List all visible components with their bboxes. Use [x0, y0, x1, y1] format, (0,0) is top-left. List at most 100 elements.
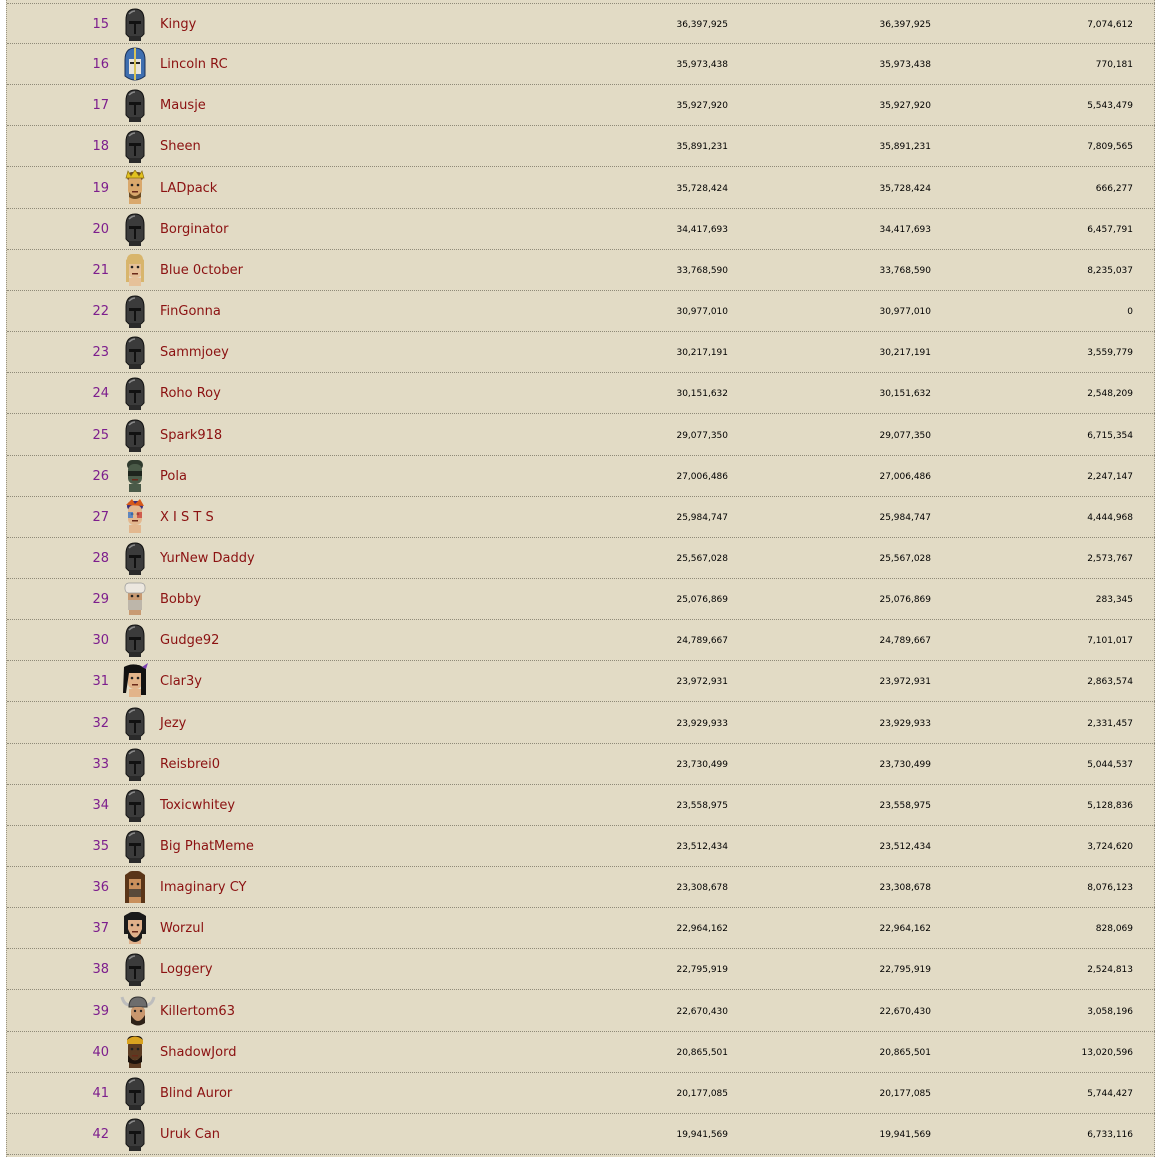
player-name-link[interactable]: Loggery [160, 949, 213, 989]
player-name-link[interactable]: Sammjoey [160, 332, 229, 372]
score-value-3: 5,744,427 [1087, 1089, 1133, 1099]
player-name-link[interactable]: Uruk Can [160, 1114, 220, 1154]
player-name-link[interactable]: Kingy [160, 4, 196, 44]
player-name-link[interactable]: X I S T S [160, 497, 214, 537]
score-value-2: 35,927,920 [879, 101, 931, 111]
rank-number: 41 [92, 1086, 109, 1101]
score-value-2: 35,973,438 [879, 60, 931, 70]
player-name-link[interactable]: ShadowJord [160, 1032, 236, 1072]
score-value-1: 20,865,501 [676, 1048, 728, 1058]
player-name-link[interactable]: Roho Roy [160, 373, 221, 413]
player-name-link[interactable]: FinGonna [160, 291, 221, 331]
helmet-icon [120, 211, 150, 247]
player-name-link[interactable]: LADpack [160, 168, 217, 208]
table-row: 22 FinGonna 30,977,010 30,977,010 0 [7, 291, 1155, 332]
score-value-3: 3,058,196 [1087, 1007, 1133, 1017]
player-name-link[interactable]: Jezy [160, 703, 186, 743]
score-value-1: 22,670,430 [676, 1007, 728, 1017]
player-name-link[interactable]: Reisbrei0 [160, 744, 220, 784]
player-name-link[interactable]: Imaginary CY [160, 867, 247, 907]
score-value-1: 23,972,931 [676, 677, 728, 687]
score-value-2: 20,177,085 [879, 1089, 931, 1099]
score-value-3: 283,345 [1095, 595, 1133, 605]
score-value-3: 8,235,037 [1087, 266, 1133, 276]
rank-number: 34 [92, 798, 109, 813]
score-value-3: 4,444,968 [1087, 513, 1133, 523]
rank-number: 17 [92, 98, 109, 113]
player-name-link[interactable]: Sheen [160, 126, 201, 166]
player-name-link[interactable]: Gudge92 [160, 620, 219, 660]
player-name-link[interactable]: Big PhatMeme [160, 826, 254, 866]
table-row: 37 Worzul 22,964,162 22,964,162 828,069 [7, 908, 1155, 949]
score-value-3: 666,277 [1095, 184, 1133, 194]
player-name-link[interactable]: Pola [160, 456, 187, 496]
score-value-3: 6,715,354 [1087, 431, 1133, 441]
score-value-2: 22,964,162 [879, 924, 931, 934]
helmet-icon [120, 705, 150, 741]
score-value-3: 5,044,537 [1087, 760, 1133, 770]
long-hair-head-icon [120, 869, 150, 905]
score-value-2: 30,217,191 [879, 348, 931, 358]
score-value-1: 30,217,191 [676, 348, 728, 358]
table-row: 32 Jezy 23,929,933 23,929,933 2,331,457 [7, 703, 1155, 744]
helmet-icon [120, 6, 150, 42]
rank-number: 20 [92, 222, 109, 237]
rank-number: 30 [92, 633, 109, 648]
player-name-link[interactable]: Toxicwhitey [160, 785, 235, 825]
score-value-2: 35,728,424 [879, 184, 931, 194]
player-name-link[interactable]: YurNew Daddy [160, 538, 255, 578]
score-value-3: 13,020,596 [1081, 1048, 1133, 1058]
rank-number: 29 [92, 592, 109, 607]
player-name-link[interactable]: Blind Auror [160, 1073, 232, 1113]
rank-number: 35 [92, 839, 109, 854]
player-name-link[interactable]: Bobby [160, 579, 201, 619]
helmet-icon [120, 375, 150, 411]
score-value-1: 23,308,678 [676, 883, 728, 893]
player-name-link[interactable]: Killertom63 [160, 991, 235, 1031]
rank-number: 38 [92, 962, 109, 977]
table-row: 18 Sheen 35,891,231 35,891,231 7,809,565 [7, 126, 1155, 167]
score-value-1: 29,077,350 [676, 431, 728, 441]
bearded-head-icon [120, 910, 150, 946]
score-value-1: 34,417,693 [676, 225, 728, 235]
rank-number: 39 [92, 1004, 109, 1019]
score-value-1: 35,927,920 [676, 101, 728, 111]
rank-number: 24 [92, 386, 109, 401]
rank-number: 19 [92, 181, 109, 196]
score-value-3: 6,457,791 [1087, 225, 1133, 235]
helmet-icon [120, 951, 150, 987]
highscores-table: 15 Kingy 36,397,925 36,397,925 7,074,612 16 Li… [6, 0, 1155, 1157]
score-value-2: 29,077,350 [879, 431, 931, 441]
score-value-3: 2,524,813 [1087, 965, 1133, 975]
rank-number: 27 [92, 510, 109, 525]
score-value-2: 27,006,486 [879, 472, 931, 482]
helmet-icon [120, 787, 150, 823]
table-row: 35 Big PhatMeme 23,512,434 23,512,434 3,724,… [7, 826, 1155, 867]
rank-number: 26 [92, 469, 109, 484]
score-value-2: 34,417,693 [879, 225, 931, 235]
player-name-link[interactable]: Spark918 [160, 415, 222, 455]
score-value-3: 7,101,017 [1087, 636, 1133, 646]
score-value-2: 33,768,590 [879, 266, 931, 276]
rank-number: 31 [92, 674, 109, 689]
player-name-link[interactable]: Lincoln RC [160, 44, 228, 84]
table-row: 27 X I S T S 25,984,747 25,984,747 4,444,968 [7, 497, 1155, 538]
player-name-link[interactable]: Borginator [160, 209, 228, 249]
score-value-3: 5,543,479 [1087, 101, 1133, 111]
table-row: 26 Pola 27,006,486 27,006,486 2,247,147 [7, 456, 1155, 497]
helmet-icon [120, 417, 150, 453]
dark-hair-head-icon [120, 663, 150, 699]
dark-skin-head-icon [120, 1034, 150, 1070]
score-value-1: 24,789,667 [676, 636, 728, 646]
table-row: 29 Bobby 25,076,869 25,076,869 283,345 [7, 579, 1155, 620]
player-name-link[interactable]: Clar3y [160, 661, 202, 701]
score-value-3: 6,733,116 [1087, 1130, 1133, 1140]
score-value-2: 23,972,931 [879, 677, 931, 687]
score-value-1: 20,177,085 [676, 1089, 728, 1099]
crowned-head-icon [120, 170, 150, 206]
blue-helmet-icon [120, 46, 150, 82]
player-name-link[interactable]: Mausje [160, 85, 206, 125]
helmet-icon [120, 828, 150, 864]
player-name-link[interactable]: Blue 0ctober [160, 250, 243, 290]
player-name-link[interactable]: Worzul [160, 908, 204, 948]
